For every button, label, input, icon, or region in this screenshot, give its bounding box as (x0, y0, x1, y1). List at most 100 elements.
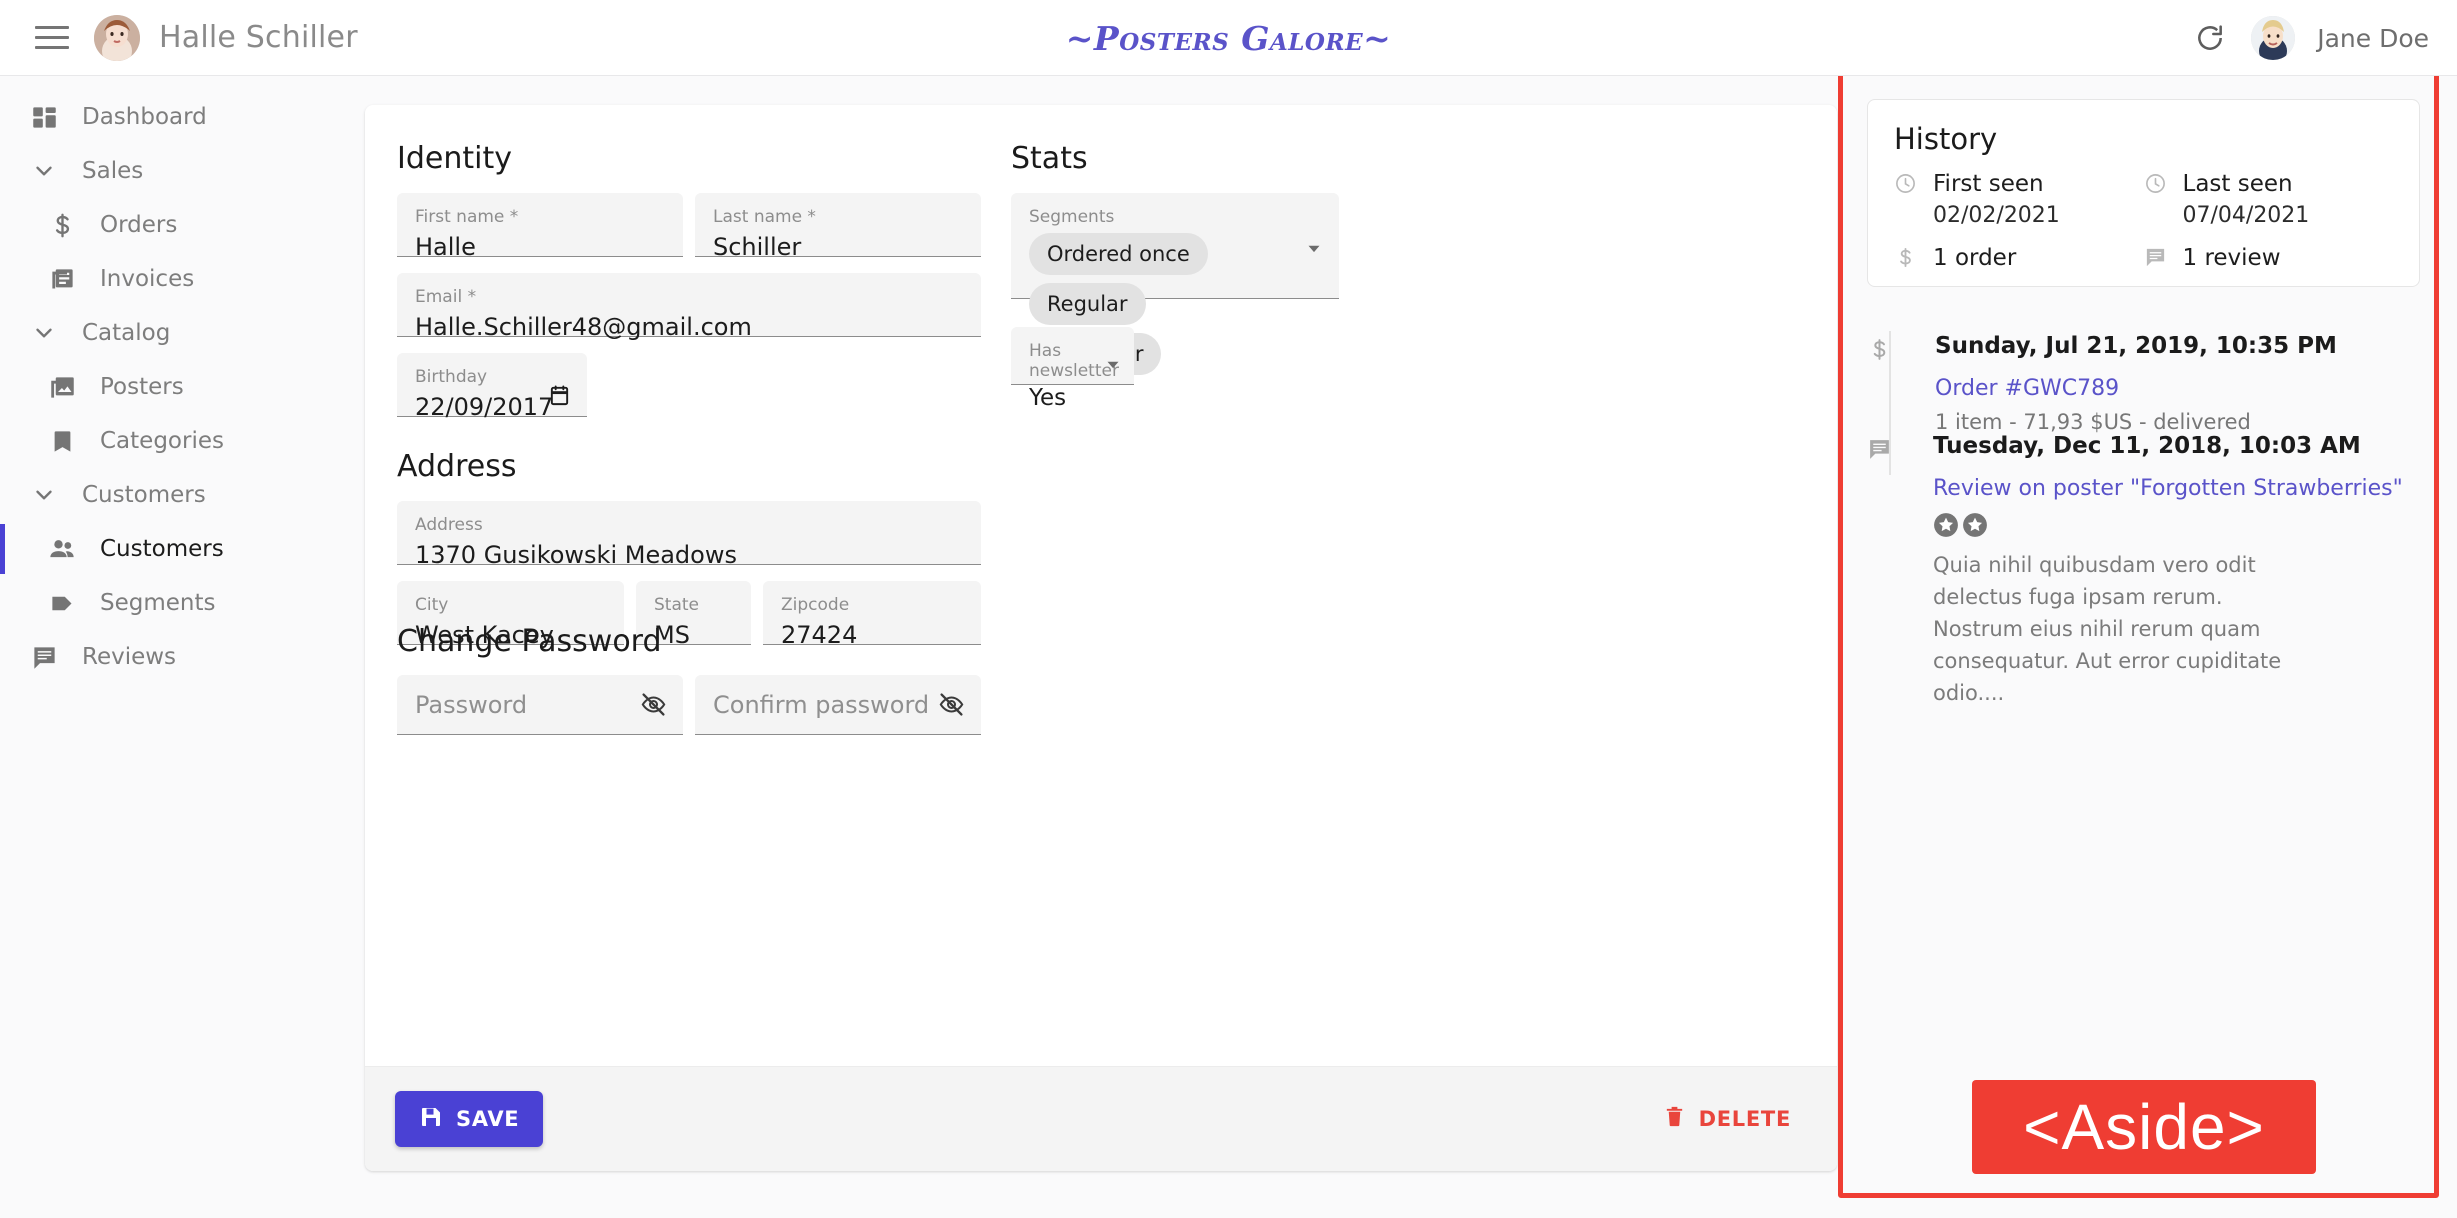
save-disk-icon (419, 1105, 443, 1134)
stats-section-title: Stats (1011, 141, 1088, 176)
sidebar-group-sales[interactable]: Sales (0, 144, 340, 198)
dollar-icon (1894, 246, 1917, 274)
sidebar-item-label: Categories (100, 428, 224, 454)
timeline-date: Tuesday, Dec 11, 2018, 10:03 AM (1889, 431, 2420, 461)
birthday-value: 22/09/2017 (415, 389, 569, 425)
dropdown-arrow-icon[interactable] (1102, 353, 1124, 375)
sidebar-group-label: Sales (82, 158, 143, 184)
has-newsletter-value: Yes (1029, 383, 1116, 413)
birthday-label: Birthday (415, 367, 569, 387)
first-seen-label: First seen (1933, 168, 2060, 200)
sidebar: Dashboard Sales Orders Invoices Catalog (0, 76, 340, 1218)
clock-icon (2144, 172, 2167, 200)
address-value: 1370 Gusikowski Meadows (415, 537, 963, 573)
tag-icon (42, 590, 82, 617)
last-seen-label: Last seen (2183, 168, 2310, 200)
segment-chip[interactable]: Ordered once (1029, 233, 1208, 275)
eye-off-icon[interactable] (640, 691, 667, 718)
aside-panel: History First seen 02/02/2021 (1838, 70, 2439, 1198)
address-field[interactable]: Address 1370 Gusikowski Meadows (397, 501, 981, 565)
people-icon (42, 535, 82, 563)
sidebar-item-orders[interactable]: Orders (0, 198, 340, 252)
state-label: State (654, 595, 733, 615)
dollar-icon (42, 212, 82, 239)
segment-chip[interactable]: Regular (1029, 283, 1146, 325)
sidebar-item-label: Dashboard (82, 104, 207, 130)
confirm-password-field[interactable]: Confirm password (695, 675, 981, 735)
aside-badge: <Aside> (1972, 1080, 2316, 1174)
timeline-date: Sunday, Jul 21, 2019, 10:35 PM (1891, 331, 2420, 361)
customer-avatar (94, 15, 140, 61)
last-name-field[interactable]: Last name * Schiller (695, 193, 981, 257)
star-icon (1962, 512, 1988, 543)
page-title: Halle Schiller (159, 20, 358, 55)
sidebar-group-customers[interactable]: Customers (0, 468, 340, 522)
sidebar-group-label: Catalog (82, 320, 170, 346)
segments-field[interactable]: Segments Ordered once Regular Reviewer (1011, 193, 1339, 299)
brand-label: ~Posters Galore~ (1066, 19, 1392, 58)
comment-icon (2144, 246, 2167, 274)
sidebar-item-reviews[interactable]: Reviews (0, 630, 340, 684)
customer-form: Identity First name * Halle Last name * … (365, 105, 1837, 1066)
segments-label: Segments (1029, 207, 1321, 227)
review-link[interactable]: Review on poster "Forgotten Strawberries… (1933, 473, 2420, 505)
state-value: MS (654, 617, 733, 653)
sidebar-item-customers[interactable]: Customers (0, 522, 340, 576)
form-toolbar: SAVE DELETE (365, 1066, 1837, 1171)
email-label: Email * (415, 287, 963, 307)
order-link[interactable]: Order #GWC789 (1935, 373, 2420, 405)
sidebar-item-posters[interactable]: Posters (0, 360, 340, 414)
trash-icon (1663, 1105, 1686, 1133)
zipcode-field[interactable]: Zipcode 27424 (763, 581, 981, 645)
password-section-title: Change Password (397, 624, 662, 659)
address-section-title: Address (397, 449, 516, 484)
save-button-label: SAVE (456, 1107, 519, 1131)
sidebar-item-label: Posters (100, 374, 184, 400)
last-seen-value: 07/04/2021 (2183, 200, 2310, 232)
sidebar-item-invoices[interactable]: Invoices (0, 252, 340, 306)
password-field[interactable]: Password (397, 675, 683, 735)
sidebar-group-catalog[interactable]: Catalog (0, 306, 340, 360)
city-label: City (415, 595, 606, 615)
delete-button[interactable]: DELETE (1647, 1093, 1807, 1145)
brand-title: ~Posters Galore~ (0, 0, 2457, 76)
email-field[interactable]: Email * Halle.Schiller48@gmail.com (397, 273, 981, 337)
bookmark-icon (42, 428, 82, 455)
sidebar-item-label: Segments (100, 590, 215, 616)
image-collection-icon (42, 374, 82, 401)
history-last-seen: Last seen 07/04/2021 (2144, 168, 2394, 232)
order-count-label: 1 order (1933, 245, 2016, 271)
user-avatar[interactable] (2251, 16, 2295, 60)
birthday-field[interactable]: Birthday 22/09/2017 (397, 353, 587, 417)
history-order-count: 1 order (1894, 242, 2144, 274)
save-button[interactable]: SAVE (395, 1091, 543, 1147)
last-name-label: Last name * (713, 207, 963, 227)
review-text: Quia nihil quibusdam vero odit delectus … (1933, 549, 2313, 709)
sidebar-item-categories[interactable]: Categories (0, 414, 340, 468)
calendar-icon[interactable] (548, 383, 571, 408)
sidebar-item-segments[interactable]: Segments (0, 576, 340, 630)
first-seen-value: 02/02/2021 (1933, 200, 2060, 232)
refresh-icon[interactable] (2191, 19, 2229, 57)
app-bar: Halle Schiller ~Posters Galore~ Jane Doe (0, 0, 2457, 76)
app-bar-right: Jane Doe (2191, 0, 2429, 76)
customer-edit-card: Identity First name * Halle Last name * … (365, 105, 1837, 1171)
address-label: Address (415, 515, 963, 535)
sidebar-item-label: Invoices (100, 266, 194, 292)
zipcode-label: Zipcode (781, 595, 963, 615)
history-card: History First seen 02/02/2021 (1867, 99, 2420, 287)
clock-icon (1894, 172, 1917, 200)
first-name-field[interactable]: First name * Halle (397, 193, 683, 257)
first-name-value: Halle (415, 229, 665, 265)
confirm-password-placeholder: Confirm password (713, 687, 929, 723)
history-stats-grid: First seen 02/02/2021 Last seen 07/04/20… (1894, 168, 2393, 274)
user-name-label: Jane Doe (2317, 24, 2429, 53)
sidebar-item-label: Customers (100, 536, 224, 562)
dropdown-arrow-icon[interactable] (1303, 237, 1325, 259)
has-newsletter-field[interactable]: Has newsletter Yes (1011, 327, 1134, 385)
chevron-down-icon (24, 482, 64, 508)
eye-off-icon[interactable] (938, 691, 965, 718)
sidebar-item-dashboard[interactable]: Dashboard (0, 90, 340, 144)
hamburger-menu-icon[interactable] (35, 21, 69, 55)
last-name-value: Schiller (713, 229, 963, 265)
